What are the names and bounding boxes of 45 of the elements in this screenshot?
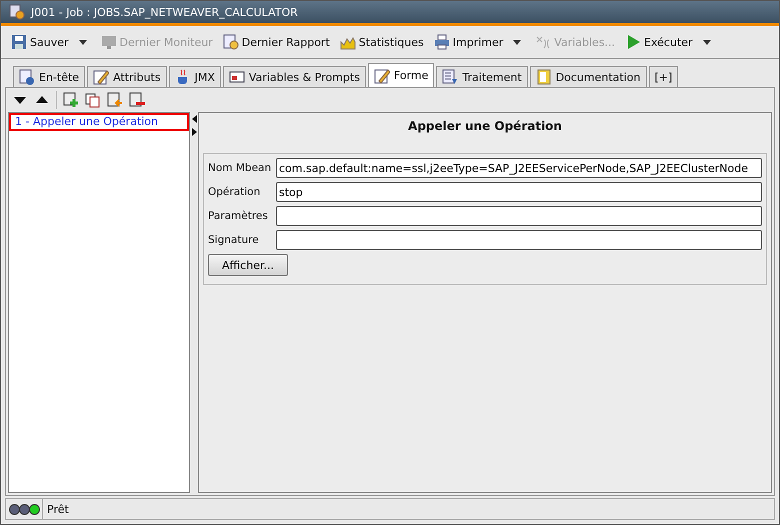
insert-step-icon[interactable] — [107, 92, 123, 108]
toolbar-button[interactable]: Sauver — [7, 32, 72, 52]
add-step-icon[interactable] — [63, 92, 79, 108]
tab[interactable]: [+] — [648, 66, 678, 87]
caret-icon[interactable] — [513, 40, 522, 44]
tab-icon — [93, 69, 110, 85]
caret-icon[interactable] — [702, 40, 711, 44]
toolbar-icon — [222, 34, 239, 50]
remove-step-icon[interactable] — [129, 92, 145, 108]
copy-icon[interactable] — [85, 92, 101, 108]
toolbar-button[interactable]: Imprimer — [430, 32, 508, 52]
tab[interactable]: Variables & Prompts — [222, 66, 366, 87]
tab[interactable]: JMX — [168, 66, 221, 87]
toolbar-icon — [11, 34, 27, 50]
show-button[interactable]: Afficher... — [208, 254, 288, 276]
tab-icon — [442, 69, 458, 85]
tab[interactable]: Documentation — [530, 66, 646, 87]
input-field[interactable]: com.sap.default:name=ssl,j2eeType=SAP_J2EEServicePerNode,SAP_J2EEClusterNode — [276, 158, 762, 178]
tab-icon — [228, 69, 245, 85]
tab-icon — [536, 69, 552, 85]
toolbar-icon — [100, 34, 116, 50]
tab-icon — [374, 68, 390, 84]
field-label: Nom Mbean — [208, 162, 272, 174]
field-label: Paramètres — [208, 210, 269, 222]
tab[interactable]: Forme — [368, 63, 434, 87]
toolbar-icon — [625, 34, 642, 50]
toolbar-icon — [434, 34, 450, 50]
toolbar-button[interactable]: Exécuter — [621, 32, 697, 52]
input-field[interactable]: stop — [276, 182, 762, 202]
tab[interactable]: En-tête — [13, 66, 86, 87]
toolbar-icon — [535, 34, 552, 50]
tab[interactable]: Traitement — [436, 66, 528, 87]
caret-icon[interactable] — [78, 40, 86, 44]
input-field[interactable] — [276, 206, 762, 226]
form-heading: Appeler une Opération — [407, 118, 563, 135]
tab[interactable]: Attributs — [87, 66, 167, 87]
step-item[interactable]: 1 - Appeler une Opération — [9, 113, 189, 131]
status-text: Prêt — [47, 502, 69, 516]
toolbar-button[interactable]: Dernier Rapport — [218, 32, 334, 52]
toolbar-button[interactable]: Statistiques — [336, 32, 428, 52]
field-label: Opération — [208, 186, 262, 198]
tab-icon — [19, 69, 35, 85]
field-label: Signature — [208, 234, 260, 246]
input-field[interactable] — [276, 230, 762, 250]
window-title: J001 - Job : JOBS.SAP_NETWEAVER_CALCULATOR — [31, 6, 298, 18]
